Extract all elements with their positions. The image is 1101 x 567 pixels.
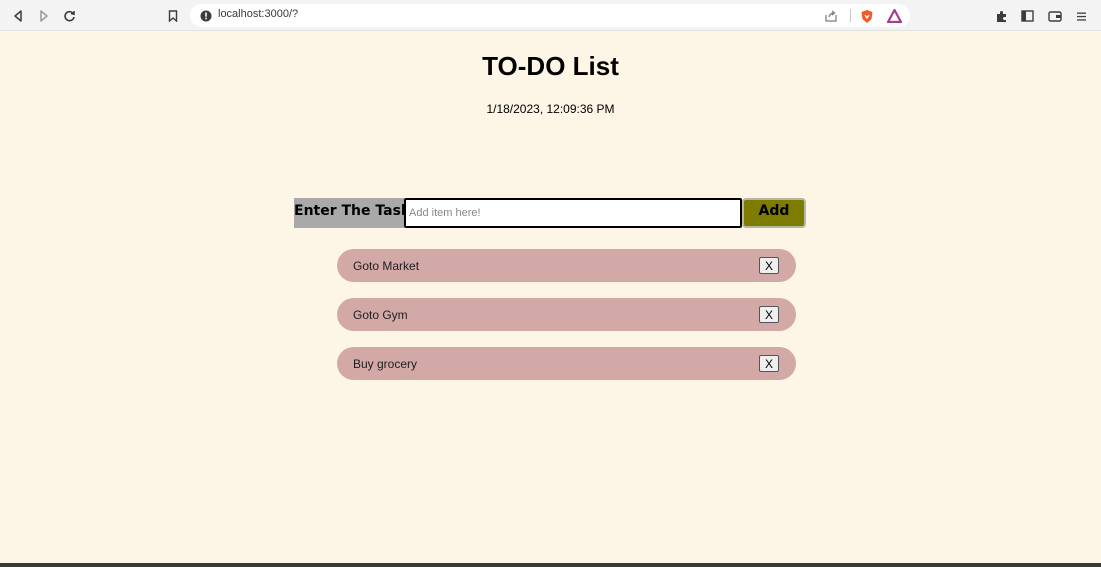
extensions-icon[interactable] [991,6,1011,26]
delete-item-button[interactable]: X [759,306,779,323]
list-item: Goto Gym X [337,298,796,331]
list-item: Buy grocery X [337,347,796,380]
list-item: Goto Market X [337,249,796,282]
page-title: TO-DO List [482,51,619,81]
menu-icon[interactable] [1071,6,1091,26]
brave-rewards-icon[interactable] [884,6,904,26]
todo-list: Goto Market X Goto Gym X Buy grocery X [337,249,796,396]
browser-toolbar: localhost:3000/? [0,0,1101,31]
delete-item-button[interactable]: X [759,257,779,274]
reload-icon[interactable] [59,6,79,26]
back-icon[interactable] [8,6,28,26]
list-item-text: Goto Gym [353,308,408,322]
list-item-text: Buy grocery [353,357,418,371]
list-item-text: Goto Market [353,259,420,273]
current-datetime: 1/18/2023, 12:09:36 PM [486,102,615,116]
sidebar-icon[interactable] [1017,6,1037,26]
add-button[interactable]: Add [742,198,806,228]
taskbar-edge [0,563,1101,567]
share-icon[interactable] [821,6,841,26]
address-separator [850,9,851,22]
url-text[interactable]: localhost:3000/? [218,8,298,20]
wallet-icon[interactable] [1045,6,1065,26]
task-label: Enter The Task [294,198,404,228]
task-input[interactable] [404,198,742,228]
brave-shield-icon[interactable] [857,6,877,26]
forward-icon[interactable] [34,6,54,26]
site-info-icon[interactable] [196,6,216,26]
bookmark-icon[interactable] [163,6,183,26]
delete-item-button[interactable]: X [759,355,779,372]
